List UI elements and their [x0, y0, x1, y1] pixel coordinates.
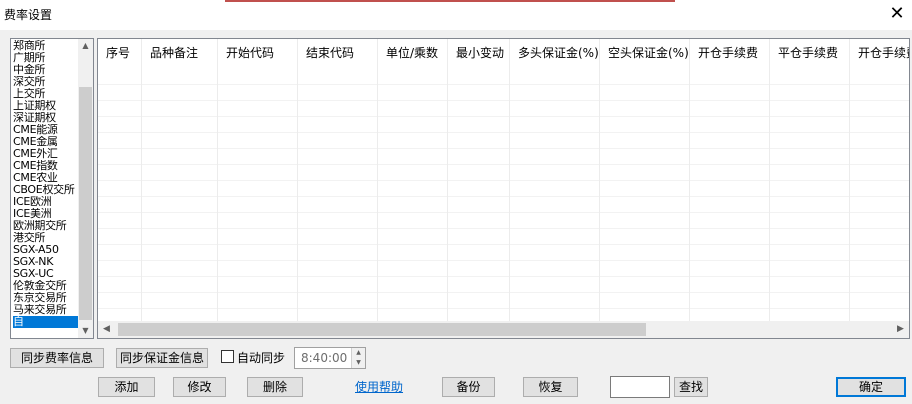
- column-header[interactable]: 开始代码: [218, 39, 298, 69]
- column-header[interactable]: 品种备注: [142, 39, 218, 69]
- exchange-list-item[interactable]: CME农业: [13, 172, 79, 184]
- exchange-list-item[interactable]: 东京交易所: [13, 292, 79, 304]
- exchange-list-item[interactable]: 港交所: [13, 232, 79, 244]
- exchange-list[interactable]: 郑商所 广期所 中金所 深交所 上交所 上证期权 深证期权 CME能源 CME金属 CME外汇 CM…: [10, 38, 94, 339]
- exchange-list-item[interactable]: CME金属: [13, 136, 79, 148]
- exchange-list-item[interactable]: 深证期权: [13, 112, 79, 124]
- column-header[interactable]: 空头保证金(%): [600, 39, 690, 69]
- sync-rate-button[interactable]: 同步费率信息: [10, 348, 104, 368]
- exchange-list-item[interactable]: CME指数: [13, 160, 79, 172]
- exchange-list-item[interactable]: 马来交易所: [13, 304, 79, 316]
- search-input[interactable]: [610, 376, 670, 398]
- column-header[interactable]: 序号: [98, 39, 142, 69]
- confirm-button[interactable]: 确定: [836, 377, 906, 397]
- exchange-items: 郑商所 广期所 中金所 深交所 上交所 上证期权 深证期权 CME能源 CME金属 CME外汇 CM…: [11, 39, 79, 330]
- scroll-down-icon[interactable]: ▼: [78, 324, 93, 338]
- exchange-list-item[interactable]: CME能源: [13, 124, 79, 136]
- rate-table[interactable]: 序号 品种备注 开始代码 结束代码 单位/乘数 最小变动 多头保证金(%) 空头保证金(%) 开…: [97, 38, 910, 339]
- title-accent-line: [225, 0, 675, 2]
- exchange-list-scrollbar[interactable]: ▲ ▼: [78, 39, 93, 338]
- title-bar: 费率设置 ✕: [0, 0, 912, 30]
- exchange-list-item[interactable]: 广期所: [13, 52, 79, 64]
- scroll-right-icon[interactable]: ▶: [892, 321, 909, 338]
- exchange-list-item[interactable]: 上交所: [13, 88, 79, 100]
- exchange-list-item[interactable]: CBOE权交所: [13, 184, 79, 196]
- exchange-list-item[interactable]: 欧洲期交所: [13, 220, 79, 232]
- backup-button[interactable]: 备份: [442, 377, 495, 397]
- column-header[interactable]: 多头保证金(%): [510, 39, 600, 69]
- delete-button[interactable]: 删除: [247, 377, 303, 397]
- spin-up-icon[interactable]: ▲: [352, 348, 365, 358]
- exchange-list-item[interactable]: ICE欧洲: [13, 196, 79, 208]
- exchange-list-item[interactable]: SGX-UC: [13, 268, 79, 280]
- exchange-list-item[interactable]: SGX-NK: [13, 256, 79, 268]
- column-header[interactable]: 最小变动: [448, 39, 510, 69]
- restore-button[interactable]: 恢复: [523, 377, 578, 397]
- column-divider: [447, 39, 448, 321]
- scroll-thumb[interactable]: [79, 87, 92, 320]
- modify-button[interactable]: 修改: [173, 377, 226, 397]
- close-icon[interactable]: ✕: [882, 0, 912, 30]
- column-header[interactable]: 平仓手续费: [770, 39, 850, 69]
- add-button[interactable]: 添加: [98, 377, 155, 397]
- exchange-list-item[interactable]: 上证期权: [13, 100, 79, 112]
- h-scroll-thumb[interactable]: [118, 323, 646, 336]
- find-button[interactable]: 查找: [674, 377, 708, 397]
- sync-time-value: 8:40:00: [301, 351, 348, 365]
- column-divider: [849, 39, 850, 321]
- column-divider: [217, 39, 218, 321]
- column-divider: [599, 39, 600, 321]
- sync-margin-button[interactable]: 同步保证金信息: [116, 348, 208, 368]
- table-header: 序号 品种备注 开始代码 结束代码 单位/乘数 最小变动 多头保证金(%) 空头保证金(%) 开…: [98, 39, 909, 69]
- column-divider: [689, 39, 690, 321]
- spin-down-icon[interactable]: ▼: [352, 358, 365, 368]
- time-spinner[interactable]: ▲ ▼: [351, 348, 365, 368]
- column-header[interactable]: 单位/乘数: [378, 39, 448, 69]
- column-divider: [769, 39, 770, 321]
- auto-sync-checkbox[interactable]: [221, 350, 234, 363]
- exchange-list-item[interactable]: 自: [13, 316, 79, 328]
- column-header[interactable]: 结束代码: [298, 39, 378, 69]
- exchange-list-item[interactable]: 伦敦金交所: [13, 280, 79, 292]
- window-title: 费率设置: [4, 8, 53, 22]
- sync-time-input[interactable]: 8:40:00 ▲ ▼: [294, 347, 366, 369]
- exchange-list-item[interactable]: 中金所: [13, 64, 79, 76]
- table-body[interactable]: [98, 69, 909, 321]
- exchange-list-item[interactable]: 郑商所: [13, 40, 79, 52]
- exchange-list-item[interactable]: SGX-A50: [13, 244, 79, 256]
- exchange-list-item[interactable]: ICE美洲: [13, 208, 79, 220]
- help-link[interactable]: 使用帮助: [355, 378, 403, 395]
- column-header[interactable]: 开仓手续费: [690, 39, 770, 69]
- column-header[interactable]: 开仓手续费: [850, 39, 909, 69]
- auto-sync-label: 自动同步: [237, 351, 286, 365]
- scroll-up-icon[interactable]: ▲: [78, 39, 93, 53]
- column-divider: [297, 39, 298, 321]
- exchange-list-item[interactable]: 深交所: [13, 76, 79, 88]
- table-horizontal-scrollbar[interactable]: ◀ ▶: [98, 321, 909, 338]
- column-divider: [509, 39, 510, 321]
- column-divider: [141, 39, 142, 321]
- exchange-list-item[interactable]: CME外汇: [13, 148, 79, 160]
- scroll-left-icon[interactable]: ◀: [98, 321, 115, 338]
- column-divider: [377, 39, 378, 321]
